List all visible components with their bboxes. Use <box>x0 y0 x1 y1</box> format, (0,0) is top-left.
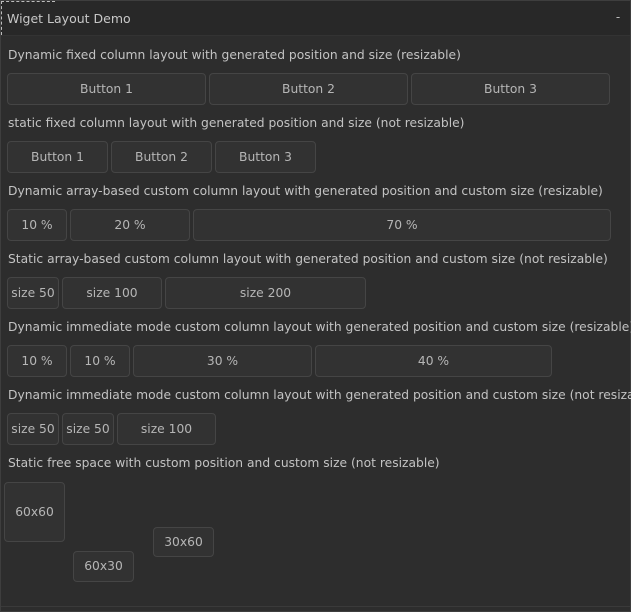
section-4-label: Static array-based custom column layout … <box>8 252 608 266</box>
section-1-label: Dynamic fixed column layout with generat… <box>8 48 461 62</box>
free-60x30-button[interactable]: 60x30 <box>73 551 134 582</box>
immediate-10-button-b[interactable]: 10 % <box>70 345 130 377</box>
free-60x60-button[interactable]: 60x60 <box>4 482 65 542</box>
static-button-2[interactable]: Button 2 <box>111 141 212 173</box>
focus-indicator-top <box>1 1 55 3</box>
focus-indicator-left <box>1 1 3 35</box>
minimize-button[interactable]: - <box>613 10 623 24</box>
immediate-size-100-button[interactable]: size 100 <box>117 413 216 445</box>
section-7-label: Static free space with custom position a… <box>8 456 440 470</box>
static-button-1[interactable]: Button 1 <box>7 141 108 173</box>
immediate-size-50-button-b[interactable]: size 50 <box>62 413 114 445</box>
size-50-button[interactable]: size 50 <box>7 277 59 309</box>
size-100-button[interactable]: size 100 <box>62 277 162 309</box>
section-2-label: static fixed column layout with generate… <box>8 116 465 130</box>
section-6-label: Dynamic immediate mode custom column lay… <box>8 388 631 402</box>
button-3[interactable]: Button 3 <box>411 73 610 105</box>
free-30x60-button[interactable]: 30x60 <box>153 527 214 557</box>
button-1[interactable]: Button 1 <box>7 73 206 105</box>
button-2[interactable]: Button 2 <box>209 73 408 105</box>
immediate-10-button-a[interactable]: 10 % <box>7 345 67 377</box>
widget-layout-demo-window: Wiget Layout Demo - Dynamic fixed column… <box>0 0 631 612</box>
percent-10-button[interactable]: 10 % <box>7 209 67 241</box>
section-3-label: Dynamic array-based custom column layout… <box>8 184 603 198</box>
window-bottom-edge <box>1 606 630 607</box>
immediate-size-50-button-a[interactable]: size 50 <box>7 413 59 445</box>
immediate-30-button[interactable]: 30 % <box>133 345 312 377</box>
percent-20-button[interactable]: 20 % <box>70 209 190 241</box>
percent-70-button[interactable]: 70 % <box>193 209 611 241</box>
immediate-40-button[interactable]: 40 % <box>315 345 552 377</box>
static-button-3[interactable]: Button 3 <box>215 141 316 173</box>
section-5-label: Dynamic immediate mode custom column lay… <box>8 320 631 334</box>
window-titlebar[interactable]: Wiget Layout Demo - <box>1 1 630 36</box>
size-200-button[interactable]: size 200 <box>165 277 366 309</box>
window-title: Wiget Layout Demo <box>7 11 131 26</box>
